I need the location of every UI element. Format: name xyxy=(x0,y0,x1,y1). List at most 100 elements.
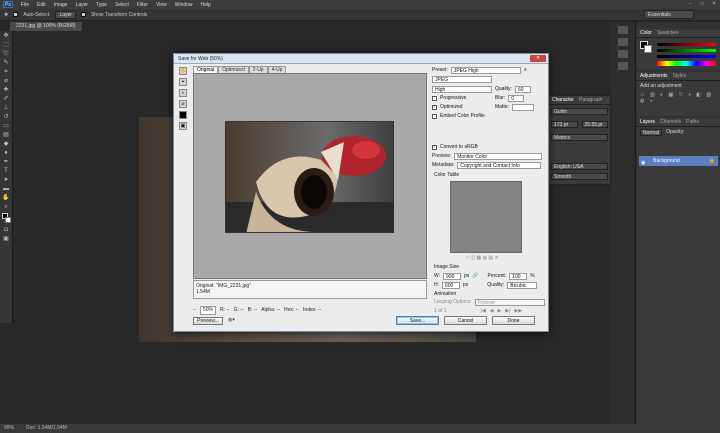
blur-tool-icon[interactable]: ◆ xyxy=(2,141,11,148)
menu-image[interactable]: Image xyxy=(50,2,72,8)
screen-mode-icon[interactable]: ▣ xyxy=(2,236,11,243)
menu-view[interactable]: View xyxy=(152,2,171,8)
background-color-swatch[interactable] xyxy=(644,45,652,53)
path-select-icon[interactable]: ➤ xyxy=(2,177,11,184)
resample-dropdown[interactable]: Bicubic xyxy=(507,281,538,289)
height-input[interactable]: 600 xyxy=(442,281,460,289)
zoom-tool-icon[interactable]: ⌕ xyxy=(2,204,11,211)
looping-dropdown[interactable]: Forever xyxy=(474,298,545,306)
eyedropper-icon[interactable]: ⌀ xyxy=(179,100,187,108)
menu-filter[interactable]: Filter xyxy=(133,2,152,8)
zoom-level[interactable]: 99% xyxy=(4,424,14,433)
marquee-tool-icon[interactable]: ⬚ xyxy=(2,42,11,49)
blur-input[interactable]: 0 xyxy=(508,94,525,102)
stamp-tool-icon[interactable]: ⊥ xyxy=(2,105,11,112)
metadata-dropdown[interactable]: Copyright and Contact Info xyxy=(457,161,542,169)
layer-dropdown[interactable]: Layer xyxy=(55,10,76,19)
menu-select[interactable]: Select xyxy=(111,2,133,8)
red-slider[interactable] xyxy=(657,43,716,46)
history-brush-icon[interactable]: ↺ xyxy=(2,114,11,121)
matte-dropdown[interactable] xyxy=(511,103,534,111)
color-table-icons[interactable]: □ ◫ ▦ ◍ ▤ ✕ xyxy=(466,254,499,262)
tab-character[interactable]: Character xyxy=(552,96,574,104)
auto-select-checkbox[interactable] xyxy=(13,12,19,17)
save-button[interactable]: Save... xyxy=(396,316,439,325)
type-tool-icon[interactable]: T xyxy=(2,168,11,175)
minimize-icon[interactable]: – xyxy=(684,0,696,9)
slice-select-icon[interactable]: ⌖ xyxy=(179,78,187,86)
lasso-tool-icon[interactable]: ➰ xyxy=(2,51,11,58)
font-size-field[interactable]: 173 pt xyxy=(551,121,578,128)
color-table[interactable] xyxy=(450,181,522,253)
tab-swatches[interactable]: Swatches xyxy=(657,29,679,37)
menu-file[interactable]: File xyxy=(17,2,33,8)
workspace-dropdown[interactable]: Essentials xyxy=(644,10,694,19)
zoom-tool-icon[interactable]: ⌕ xyxy=(179,89,187,97)
properties-panel-icon[interactable] xyxy=(618,38,628,46)
tab-channels[interactable]: Channels xyxy=(660,118,681,126)
blue-slider[interactable] xyxy=(657,55,716,58)
preset-menu-icon[interactable]: ≡ xyxy=(524,67,527,73)
hand-tool-icon[interactable]: ✋ xyxy=(179,67,187,75)
language-field[interactable]: English: USA xyxy=(551,163,608,170)
eraser-tool-icon[interactable]: ▭ xyxy=(2,123,11,130)
tab-optimized[interactable]: Optimized xyxy=(218,66,249,73)
paragraph-panel-icon[interactable] xyxy=(618,62,628,70)
width-input[interactable]: 900 xyxy=(443,272,462,280)
last-frame-icon[interactable]: ▶▶ xyxy=(515,308,523,314)
progressive-checkbox[interactable] xyxy=(432,95,437,101)
quick-mask-icon[interactable]: ◘ xyxy=(2,227,11,234)
dodge-tool-icon[interactable]: ● xyxy=(2,150,11,157)
history-panel-icon[interactable] xyxy=(618,26,628,34)
percent-input[interactable]: 100 xyxy=(509,272,528,280)
done-button[interactable]: Done xyxy=(492,316,535,325)
constrain-link-icon[interactable]: 🔗 xyxy=(472,273,478,279)
eyedropper-color-swatch[interactable] xyxy=(179,111,187,119)
document-tab[interactable]: 2231.jpg @ 100% (RGB/8) xyxy=(10,22,82,31)
embed-profile-checkbox[interactable] xyxy=(432,113,437,119)
quick-select-tool-icon[interactable]: ✎ xyxy=(2,60,11,67)
leading-field[interactable]: 25.55 pt xyxy=(581,121,608,128)
cancel-button[interactable]: Cancel xyxy=(444,316,487,325)
tab-4up[interactable]: 4-Up xyxy=(267,66,287,73)
hand-tool-icon[interactable]: ✋ xyxy=(2,195,11,202)
tab-2up[interactable]: 2-Up xyxy=(248,66,268,73)
play-icon[interactable]: ▶ xyxy=(498,308,502,314)
menu-type[interactable]: Type xyxy=(92,2,111,8)
convert-srgb-checkbox[interactable] xyxy=(432,144,437,150)
tab-styles[interactable]: Styles xyxy=(673,72,687,80)
restore-icon[interactable]: □ xyxy=(696,0,708,9)
browser-icon[interactable]: ◍▾ xyxy=(228,317,235,323)
shape-tool-icon[interactable]: ▬ xyxy=(2,186,11,193)
menu-help[interactable]: Help xyxy=(197,2,215,8)
adjustment-icons[interactable]: ☼ ▥ ◐ ▦ ▽ ◑ ◧ ▨ ◍ ◒ xyxy=(637,91,720,105)
color-swatches-icon[interactable] xyxy=(1,213,11,225)
character-panel-icon[interactable] xyxy=(618,50,628,58)
tab-paragraph[interactable]: Paragraph xyxy=(579,96,602,104)
eyedropper-tool-icon[interactable]: ⌀ xyxy=(2,78,11,85)
pen-tool-icon[interactable]: ✒ xyxy=(2,159,11,166)
dialog-close-button[interactable]: ✕ xyxy=(530,55,546,62)
tab-paths[interactable]: Paths xyxy=(686,118,699,126)
tab-original[interactable]: Original xyxy=(193,66,219,73)
zoom-dropdown[interactable]: 50% xyxy=(199,305,216,315)
crop-tool-icon[interactable]: ⌗ xyxy=(2,69,11,76)
menu-edit[interactable]: Edit xyxy=(33,2,50,8)
color-spectrum[interactable] xyxy=(657,61,716,66)
layer-row-background[interactable]: ◉ Background 🔒 xyxy=(639,156,718,166)
image-preview-area[interactable] xyxy=(193,73,427,279)
antialias-field[interactable]: Smooth xyxy=(551,173,608,180)
tab-color[interactable]: Color xyxy=(640,29,652,37)
green-slider[interactable] xyxy=(657,49,716,52)
toggle-slices-icon[interactable]: ▣ xyxy=(179,122,187,130)
preview-mode-dropdown[interactable]: Monitor Color xyxy=(454,152,543,160)
next-frame-icon[interactable]: ▶| xyxy=(505,308,510,314)
blend-mode-dropdown[interactable]: Normal xyxy=(640,129,663,136)
tab-adjustments[interactable]: Adjustments xyxy=(640,72,668,80)
quality-level-dropdown[interactable]: High xyxy=(432,85,492,93)
optimized-checkbox[interactable] xyxy=(432,104,437,110)
quality-input[interactable]: 60 xyxy=(514,85,531,93)
prev-frame-icon[interactable]: ◀ xyxy=(490,308,494,314)
close-icon[interactable]: ✕ xyxy=(708,0,720,9)
tab-layers[interactable]: Layers xyxy=(640,118,655,126)
